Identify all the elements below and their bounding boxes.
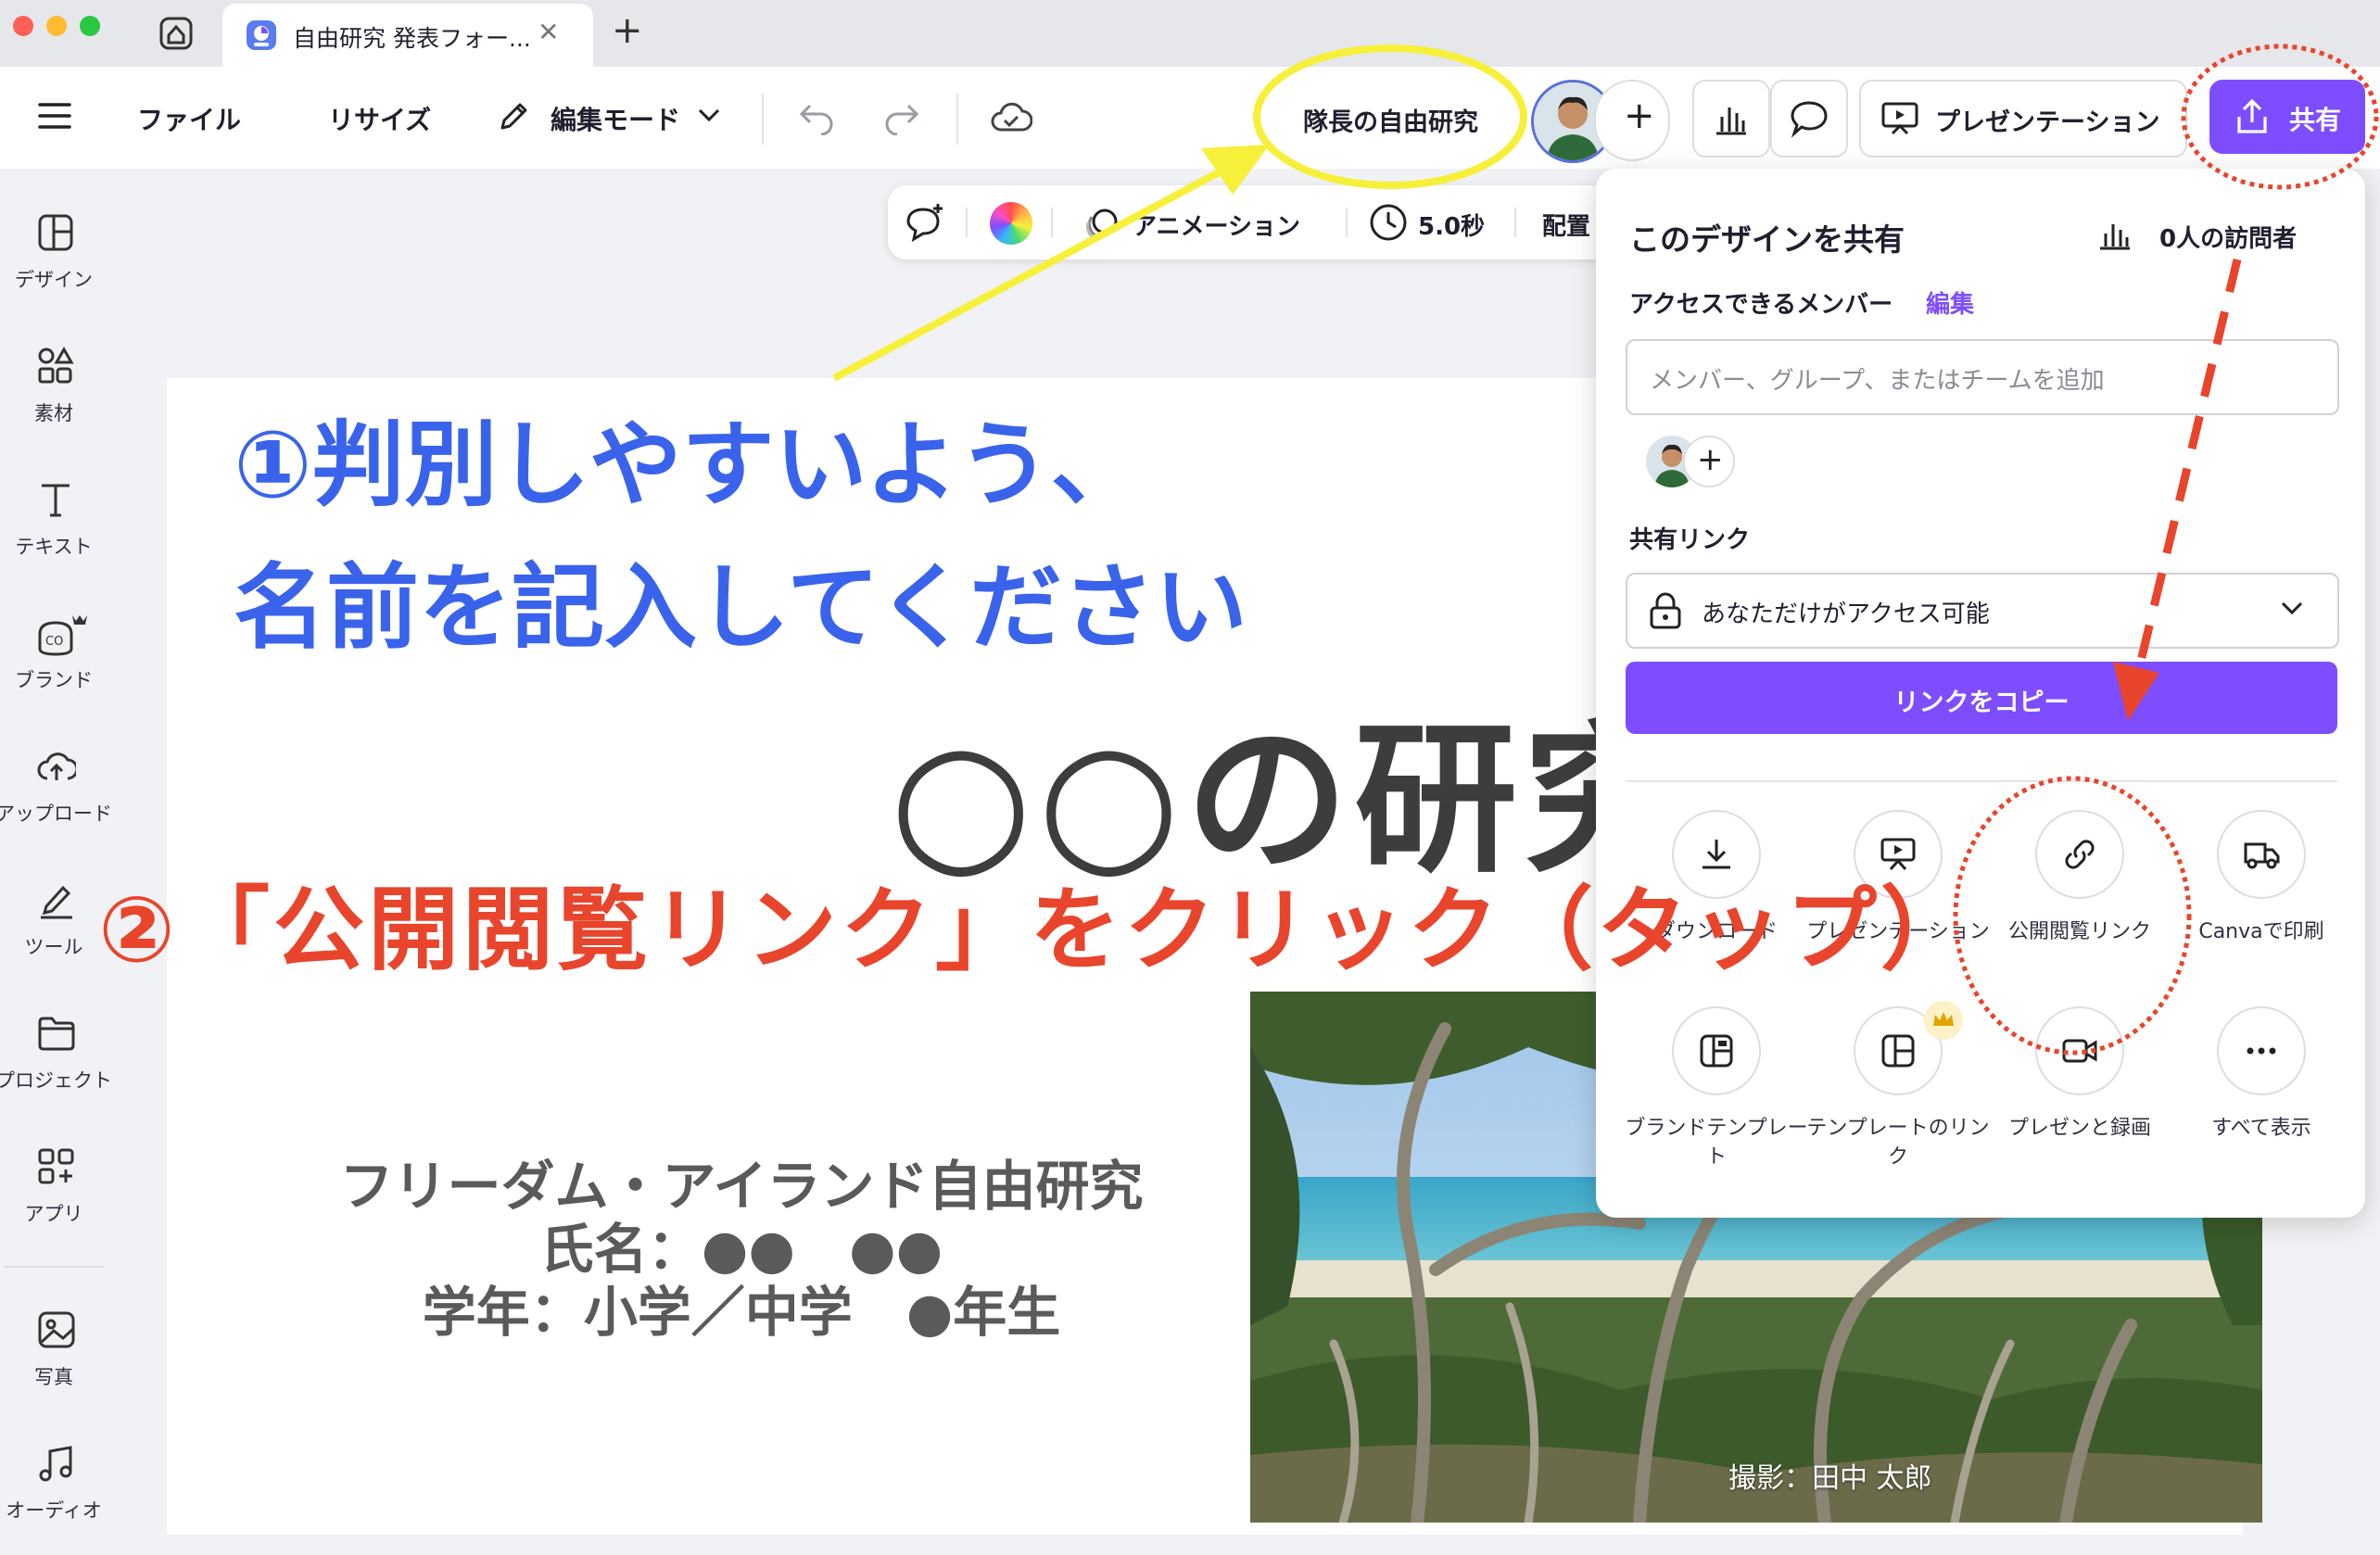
annotation-overlay xyxy=(832,44,2379,1056)
